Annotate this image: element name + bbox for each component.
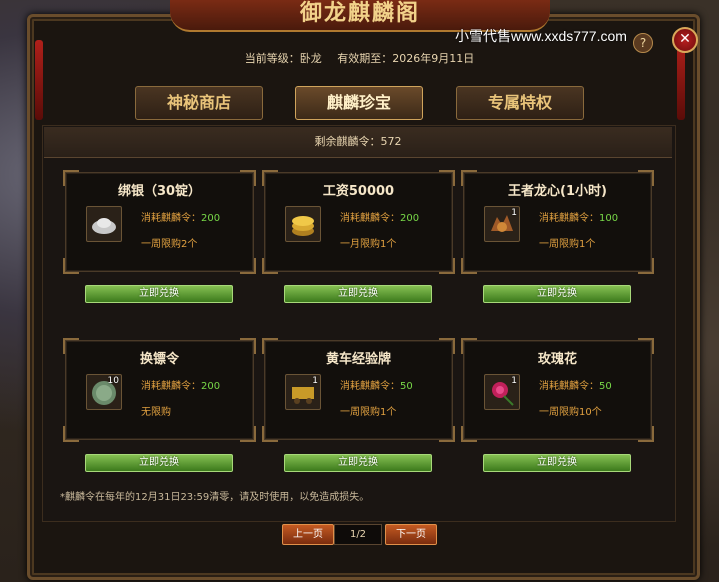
item-cost: 消耗麒麟令：200 xyxy=(141,381,221,392)
current-level: 当前等级：卧龙 xyxy=(244,52,322,65)
item-name: 绑银（30锭） xyxy=(117,184,202,199)
item-name: 王者龙心(1小时) xyxy=(508,184,607,199)
tab-mystery-shop[interactable]: 神秘商店 xyxy=(135,86,263,120)
redeem-button[interactable]: 立即兑换 xyxy=(284,454,432,472)
redeem-button[interactable]: 立即兑换 xyxy=(85,285,233,303)
item-name: 工资50000 xyxy=(322,184,395,199)
redeem-button[interactable]: 立即兑换 xyxy=(85,454,233,472)
item-name: 换镖令 xyxy=(139,352,179,367)
redeem-button[interactable]: 立即兑换 xyxy=(483,285,631,303)
item-card: 玫瑰花 1 消耗麒麟令：50 一周限购10个 xyxy=(461,338,654,442)
item-limit: 一周限购2个 xyxy=(141,239,198,250)
item-cost: 消耗麒麟令：50 xyxy=(340,381,413,392)
reset-notice: *麒麟令在每年的12月31日23:59清零，请及时使用，以免造成损失。 xyxy=(60,492,370,503)
item-cost: 消耗麒麟令：200 xyxy=(340,213,420,224)
tab-exclusive-privilege[interactable]: 专属特权 xyxy=(456,86,584,120)
item-quantity: 10 xyxy=(107,376,119,386)
page-indicator: 1/2 xyxy=(334,524,382,545)
dragon-heart-icon[interactable]: 1 xyxy=(484,206,520,242)
item-cost: 消耗麒麟令：50 xyxy=(539,381,612,392)
item-quantity: 1 xyxy=(511,208,517,218)
item-name: 玫瑰花 xyxy=(537,352,577,367)
item-limit: 一周限购1个 xyxy=(539,239,596,250)
item-limit: 无限购 xyxy=(141,407,171,418)
tab-qilin-treasure[interactable]: 麒麟珍宝 xyxy=(295,86,423,120)
next-page-button[interactable]: 下一页 xyxy=(385,524,437,545)
header-info: 当前等级：卧龙 有效期至：2026年9月11日 xyxy=(0,50,719,66)
remaining-tokens: 剩余麒麟令：572 xyxy=(44,127,672,158)
item-card: 换镖令 10 消耗麒麟令：200 无限购 xyxy=(63,338,256,442)
item-limit: 一周限购10个 xyxy=(539,407,602,418)
yellow-cart-icon[interactable]: 1 xyxy=(285,374,321,410)
prev-page-button[interactable]: 上一页 xyxy=(282,524,334,545)
item-cost: 消耗麒麟令：200 xyxy=(141,213,221,224)
item-cost: 消耗麒麟令：100 xyxy=(539,213,619,224)
item-quantity: 1 xyxy=(312,376,318,386)
item-limit: 一周限购1个 xyxy=(340,407,397,418)
item-card: 王者龙心(1小时) 1 消耗麒麟令：100 一周限购1个 xyxy=(461,170,654,274)
redeem-button[interactable]: 立即兑换 xyxy=(284,285,432,303)
item-quantity: 1 xyxy=(511,376,517,386)
item-card: 工资50000 消耗麒麟令：200 一月限购1个 xyxy=(262,170,455,274)
item-name: 黄车经验牌 xyxy=(325,352,391,367)
watermark-text: 小雪代售www.xxds777.com xyxy=(455,28,627,44)
silver-ingot-icon[interactable] xyxy=(86,206,122,242)
item-card: 黄车经验牌 1 消耗麒麟令：50 一周限购1个 xyxy=(262,338,455,442)
gold-coins-icon[interactable] xyxy=(285,206,321,242)
item-card: 绑银（30锭） 消耗麒麟令：200 一周限购2个 xyxy=(63,170,256,274)
valid-until: 有效期至：2026年9月11日 xyxy=(337,52,475,65)
item-limit: 一月限购1个 xyxy=(340,239,397,250)
rose-icon[interactable]: 1 xyxy=(484,374,520,410)
escort-token-icon[interactable]: 10 xyxy=(86,374,122,410)
redeem-button[interactable]: 立即兑换 xyxy=(483,454,631,472)
